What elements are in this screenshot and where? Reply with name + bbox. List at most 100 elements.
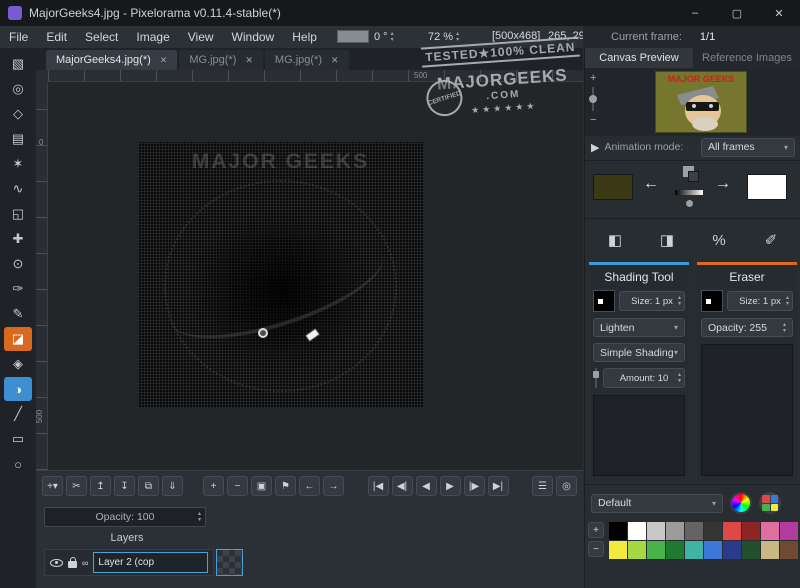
previous-frame-button[interactable]: ◀| bbox=[392, 476, 413, 496]
ellipse-select-tool[interactable]: ◎ bbox=[4, 77, 32, 101]
document-tab[interactable]: MG.jpg(*)✕ bbox=[179, 50, 263, 70]
preview-play-button[interactable]: ▶ bbox=[591, 141, 599, 154]
eraser-brush-button[interactable] bbox=[701, 290, 723, 312]
onion-skinning-button[interactable]: ◎ bbox=[556, 476, 577, 496]
zoom-spinbox[interactable]: 72 % ▴▾ bbox=[428, 28, 459, 46]
first-frame-button[interactable]: |◀ bbox=[368, 476, 389, 496]
last-frame-button[interactable]: ▶| bbox=[488, 476, 509, 496]
palette-swatch[interactable] bbox=[723, 541, 741, 559]
palette-swatch[interactable] bbox=[685, 522, 703, 540]
move-layer-up-button[interactable]: ↥ bbox=[90, 476, 111, 496]
menu-file[interactable]: File bbox=[0, 30, 37, 44]
cel-thumbnail[interactable] bbox=[216, 549, 243, 576]
tag-frame-button[interactable]: ⚑ bbox=[275, 476, 296, 496]
left-color-swatch[interactable] bbox=[593, 174, 633, 200]
document-tab[interactable]: MG.jpg(*)✕ bbox=[265, 50, 349, 70]
canvas-viewport[interactable]: MAJOR GEEKS bbox=[48, 82, 583, 470]
color-select-tool[interactable]: ▤ bbox=[4, 127, 32, 151]
shading-amount-slider[interactable] bbox=[593, 368, 599, 388]
menu-edit[interactable]: Edit bbox=[37, 30, 76, 44]
eraser-tool[interactable]: ◪ bbox=[4, 327, 32, 351]
polygon-select-tool[interactable]: ◇ bbox=[4, 102, 32, 126]
shading-mode-dropdown[interactable]: Lighten ▾ bbox=[593, 318, 685, 337]
remove-frame-button[interactable]: − bbox=[227, 476, 248, 496]
timeline-settings-button[interactable]: ☰ bbox=[532, 476, 553, 496]
palette-swatch[interactable] bbox=[647, 522, 665, 540]
move-layer-down-button[interactable]: ↧ bbox=[114, 476, 135, 496]
arrow-right-icon[interactable]: → bbox=[715, 175, 731, 193]
add-layer-button[interactable]: +▾ bbox=[42, 476, 63, 496]
palette-swatch[interactable] bbox=[666, 541, 684, 559]
rotation-spinbox[interactable]: 0 ° ▴▾ bbox=[374, 28, 394, 46]
add-color-button[interactable]: + bbox=[588, 522, 604, 538]
tab-reference-images[interactable]: Reference Images bbox=[693, 48, 800, 68]
move-tool[interactable]: ✚ bbox=[4, 227, 32, 251]
magic-wand-tool[interactable]: ✶ bbox=[4, 152, 32, 176]
spinner-arrows-icon[interactable]: ▴▾ bbox=[783, 322, 786, 334]
palette-dropdown[interactable]: Default ▾ bbox=[591, 494, 723, 513]
layer-opacity-slider[interactable]: Opacity: 100 ▴▾ bbox=[44, 507, 206, 527]
palette-swatch[interactable] bbox=[609, 522, 627, 540]
document-tab[interactable]: MajorGeeks4.jpg(*)✕ bbox=[46, 50, 177, 70]
spinner-arrows-icon[interactable]: ▴▾ bbox=[456, 31, 459, 43]
palette-swatch[interactable] bbox=[780, 522, 798, 540]
palette-swatch[interactable] bbox=[723, 522, 741, 540]
palette-swatch[interactable] bbox=[628, 541, 646, 559]
menu-window[interactable]: Window bbox=[223, 30, 284, 44]
palette-swatch[interactable] bbox=[685, 541, 703, 559]
shading-type-dropdown[interactable]: Simple Shading ▾ bbox=[593, 343, 685, 362]
shading-tool[interactable]: ◑ bbox=[4, 377, 32, 401]
rectangle-select-tool[interactable]: ▧ bbox=[4, 52, 32, 76]
close-button[interactable]: ✕ bbox=[758, 0, 800, 26]
menu-view[interactable]: View bbox=[179, 30, 223, 44]
preview-zoom-in-button[interactable]: + bbox=[590, 72, 596, 84]
color-switch-widget[interactable] bbox=[673, 166, 705, 212]
merge-layer-button[interactable]: ⇓ bbox=[162, 476, 183, 496]
crop-tool[interactable]: ◱ bbox=[4, 202, 32, 226]
edit-palette-button[interactable] bbox=[730, 492, 752, 514]
preview-zoom-slider[interactable] bbox=[592, 87, 594, 111]
next-frame-button[interactable]: |▶ bbox=[464, 476, 485, 496]
rotation-slider[interactable] bbox=[337, 30, 369, 43]
move-frame-right-button[interactable]: → bbox=[323, 476, 344, 496]
minimize-button[interactable]: – bbox=[674, 0, 716, 26]
palette-swatch[interactable] bbox=[742, 522, 760, 540]
layer-lock-button[interactable] bbox=[68, 561, 77, 568]
swap-colors-icon[interactable] bbox=[688, 171, 699, 182]
arrow-left-icon[interactable]: ← bbox=[643, 175, 659, 193]
play-forward-button[interactable]: ▶ bbox=[440, 476, 461, 496]
palette-swatch[interactable] bbox=[704, 522, 722, 540]
spinner-arrows-icon[interactable]: ▴▾ bbox=[391, 31, 394, 43]
layer-visibility-button[interactable] bbox=[50, 559, 63, 567]
tab-canvas-preview[interactable]: Canvas Preview bbox=[585, 48, 693, 68]
spinner-arrows-icon[interactable]: ▴▾ bbox=[678, 295, 681, 307]
slider-knob[interactable] bbox=[589, 95, 597, 103]
mirror-vertical-button[interactable]: ◨ bbox=[649, 227, 685, 253]
animation-mode-dropdown[interactable]: All frames ▾ bbox=[701, 138, 795, 157]
add-frame-button[interactable]: + bbox=[203, 476, 224, 496]
shading-brush-button[interactable] bbox=[593, 290, 615, 312]
layer-link-button[interactable]: ∞ bbox=[82, 558, 88, 568]
mirror-horizontal-button[interactable]: ◧ bbox=[597, 227, 633, 253]
remove-layer-button[interactable]: ✂ bbox=[66, 476, 87, 496]
zoom-tool[interactable]: ⊙ bbox=[4, 252, 32, 276]
palette-swatch[interactable] bbox=[761, 522, 779, 540]
ellipse-tool[interactable]: ○ bbox=[4, 452, 32, 476]
menu-image[interactable]: Image bbox=[127, 30, 178, 44]
clone-frame-button[interactable]: ▣ bbox=[251, 476, 272, 496]
palette-swatch[interactable] bbox=[609, 541, 627, 559]
eraser-size-spinbox[interactable]: Size: 1 px ▴▾ bbox=[727, 291, 793, 311]
palette-swatch[interactable] bbox=[647, 541, 665, 559]
move-frame-left-button[interactable]: ← bbox=[299, 476, 320, 496]
preview-zoom-out-button[interactable]: − bbox=[590, 114, 596, 126]
layer-name-field[interactable]: Layer 2 (cop bbox=[93, 552, 208, 573]
line-tool[interactable]: ╱ bbox=[4, 402, 32, 426]
palette-swatch[interactable] bbox=[780, 541, 798, 559]
tab-close-icon[interactable]: ✕ bbox=[331, 55, 339, 66]
right-color-swatch[interactable] bbox=[747, 174, 787, 200]
pixel-perfect-button[interactable]: % bbox=[701, 227, 737, 253]
eraser-opacity-spinbox[interactable]: Opacity: 255 ▴▾ bbox=[701, 318, 793, 337]
menu-help[interactable]: Help bbox=[283, 30, 326, 44]
bucket-tool[interactable]: ◈ bbox=[4, 352, 32, 376]
play-backwards-button[interactable]: ◀ bbox=[416, 476, 437, 496]
